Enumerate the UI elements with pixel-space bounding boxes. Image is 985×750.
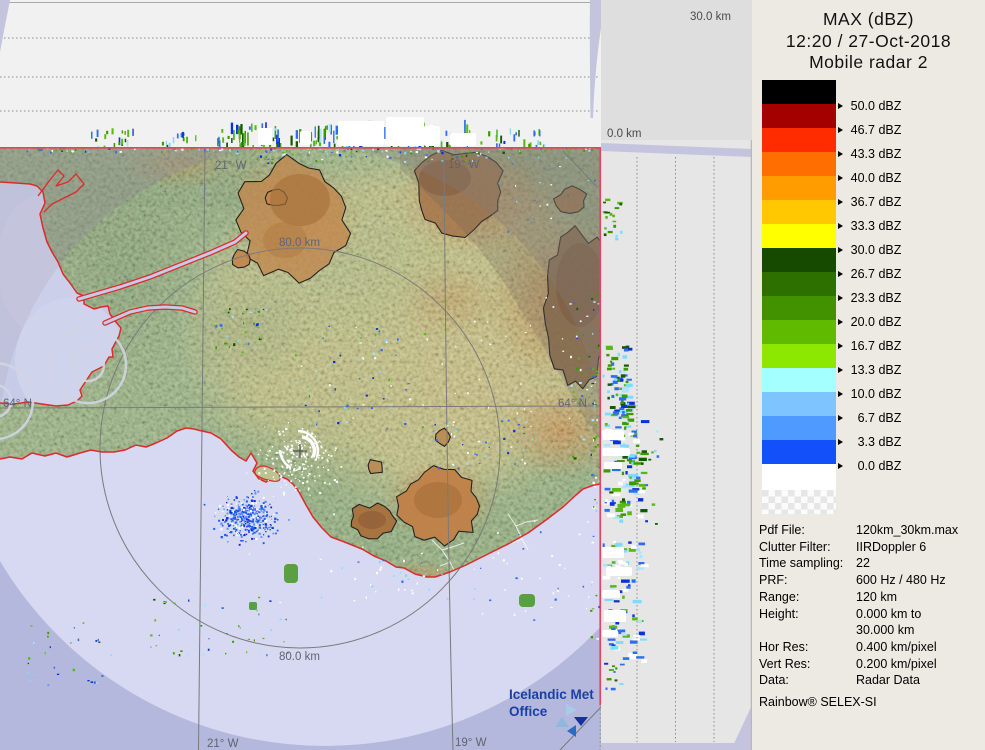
- svg-text:80.0 km: 80.0 km: [279, 237, 320, 249]
- svg-text:Icelandic Met: Icelandic Met: [509, 687, 594, 702]
- svg-text:19° W: 19° W: [448, 159, 480, 171]
- svg-text:Office: Office: [509, 704, 548, 719]
- svg-text:19° W: 19° W: [455, 737, 487, 749]
- svg-text:64° N: 64° N: [558, 398, 587, 410]
- svg-text:64° N: 64° N: [3, 398, 32, 410]
- svg-text:21° W: 21° W: [215, 160, 247, 172]
- svg-text:21° W: 21° W: [207, 738, 239, 750]
- svg-text:80.0 km: 80.0 km: [279, 651, 320, 663]
